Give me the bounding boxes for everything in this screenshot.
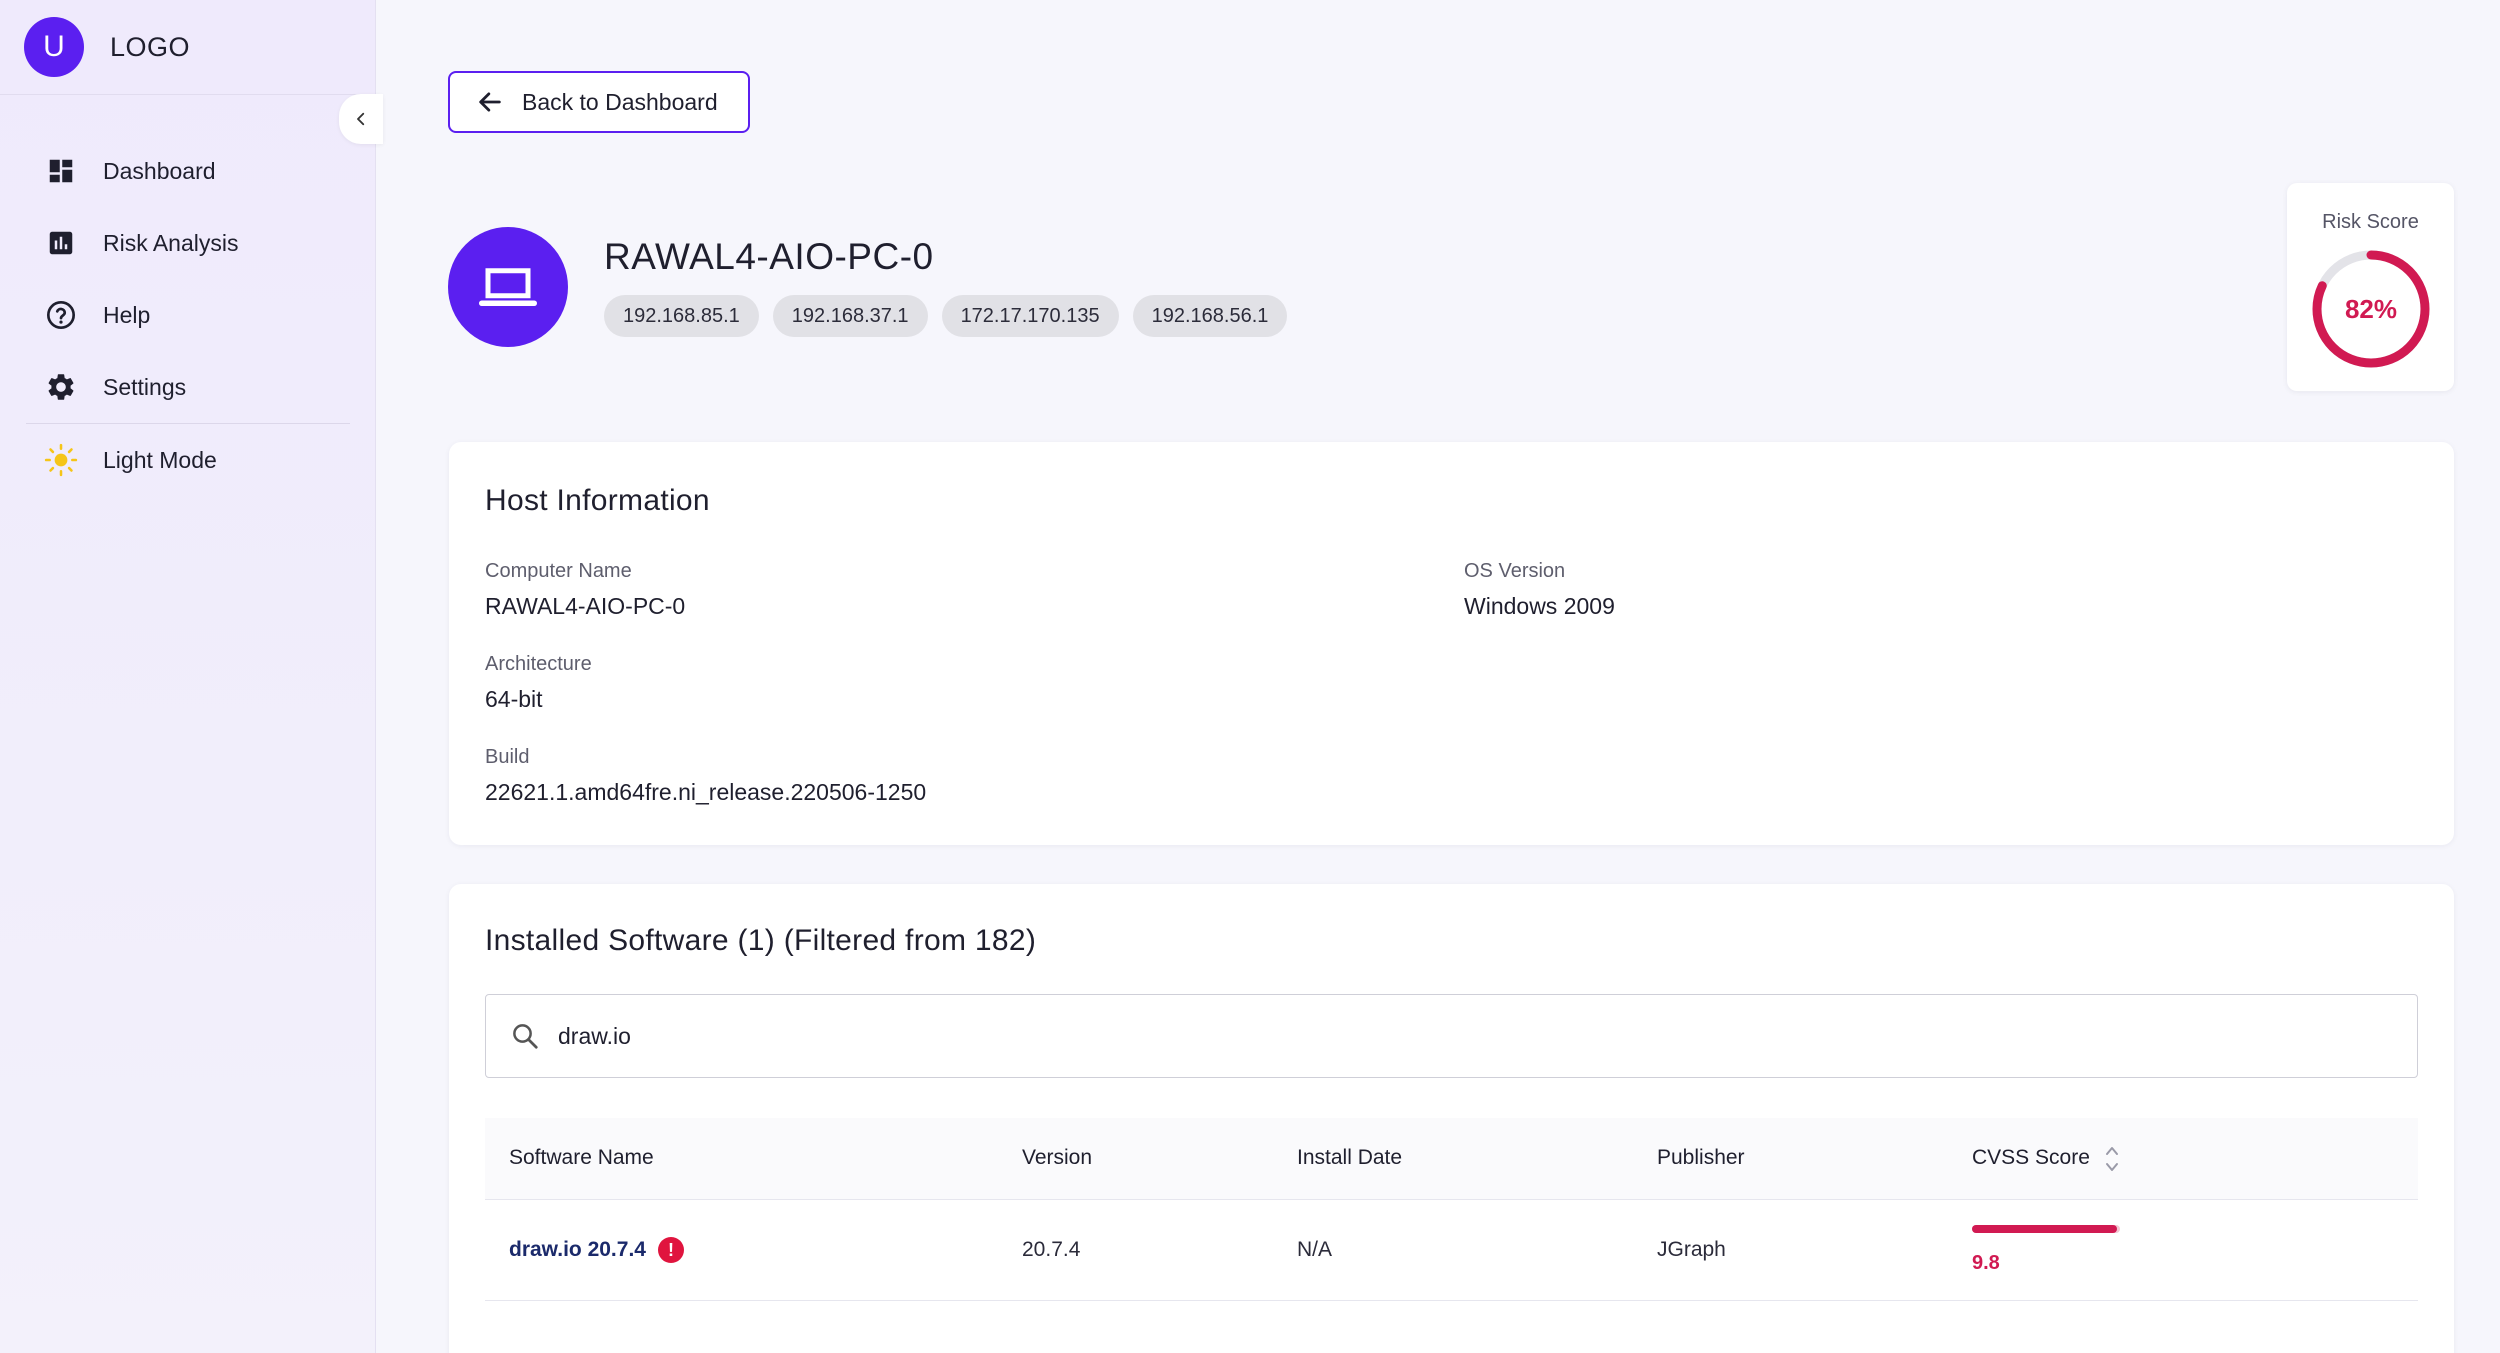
build-value: 22621.1.amd64fre.ni_release.220506-1250 bbox=[485, 779, 927, 805]
column-header-publisher[interactable]: Publisher bbox=[1657, 1146, 1745, 1170]
table-header: Software Name Version Install Date Publi… bbox=[485, 1118, 2418, 1200]
cvss-score-fill bbox=[1972, 1225, 2118, 1233]
software-name-link[interactable]: draw.io 20.7.4 bbox=[509, 1238, 646, 1262]
sidebar-nav: Dashboard Risk Analysis Help Settings Li… bbox=[0, 135, 376, 496]
architecture-label: Architecture bbox=[485, 653, 592, 675]
build-label: Build bbox=[485, 746, 530, 768]
host-information-card: Host Information Computer Name RAWAL4-AI… bbox=[449, 442, 2454, 845]
bar-chart-icon bbox=[44, 226, 78, 260]
sidebar-item-risk-analysis[interactable]: Risk Analysis bbox=[0, 207, 376, 279]
alert-icon: ! bbox=[658, 1237, 684, 1263]
sidebar-item-dashboard[interactable]: Dashboard bbox=[0, 135, 376, 207]
chevron-left-icon bbox=[357, 112, 365, 126]
sidebar-item-label: Risk Analysis bbox=[103, 229, 239, 256]
theme-toggle-label: Light Mode bbox=[103, 446, 217, 473]
logo-text: LOGO bbox=[110, 31, 191, 62]
computer-name-label: Computer Name bbox=[485, 560, 632, 582]
install-date: N/A bbox=[1297, 1238, 1333, 1261]
table-row: draw.io 20.7.4 ! 20.7.4 N/A JGraph 9.8 bbox=[485, 1200, 2418, 1301]
theme-toggle[interactable]: Light Mode bbox=[0, 424, 376, 496]
laptop-icon bbox=[479, 268, 537, 306]
card-title: Host Information bbox=[485, 484, 710, 517]
cvss-score-value: 9.8 bbox=[1972, 1252, 2000, 1274]
publisher: JGraph bbox=[1657, 1238, 1726, 1261]
page-title: RAWAL4-AIO-PC-0 bbox=[604, 236, 934, 277]
sidebar-item-help[interactable]: Help bbox=[0, 279, 376, 351]
gear-icon bbox=[44, 370, 78, 404]
sidebar: U LOGO Dashboard Risk Analysis Help Sett… bbox=[0, 0, 383, 1353]
risk-score-label: Risk Score bbox=[2322, 211, 2419, 233]
brand: U LOGO bbox=[24, 17, 190, 77]
risk-score-card: Risk Score 82% bbox=[2287, 183, 2454, 391]
os-version-value: Windows 2009 bbox=[1464, 593, 1615, 619]
divider bbox=[0, 94, 376, 95]
ip-chip: 192.168.85.1 bbox=[604, 295, 759, 337]
user-avatar[interactable]: U bbox=[24, 17, 84, 77]
card-title: Installed Software (1) (Filtered from 18… bbox=[485, 924, 1037, 957]
column-header-install-date[interactable]: Install Date bbox=[1297, 1146, 1402, 1170]
software-version: 20.7.4 bbox=[1022, 1238, 1081, 1261]
risk-score-value: 82% bbox=[2344, 293, 2398, 324]
ip-chip: 172.17.170.135 bbox=[941, 295, 1119, 337]
sidebar-item-settings[interactable]: Settings bbox=[0, 351, 376, 423]
column-header-software-name[interactable]: Software Name bbox=[509, 1146, 654, 1170]
computer-name-value: RAWAL4-AIO-PC-0 bbox=[485, 593, 686, 619]
ip-chip: 192.168.37.1 bbox=[772, 295, 928, 337]
arrow-left-icon bbox=[479, 92, 501, 112]
ip-chip: 192.168.56.1 bbox=[1132, 295, 1288, 337]
search-input[interactable] bbox=[558, 1022, 2258, 1050]
ip-address-list: 192.168.85.1 192.168.37.1 172.17.170.135… bbox=[604, 295, 1288, 337]
dashboard-icon bbox=[44, 154, 78, 188]
architecture-value: 64-bit bbox=[485, 686, 543, 712]
back-to-dashboard-button[interactable]: Back to Dashboard bbox=[448, 71, 750, 133]
search-icon bbox=[513, 1024, 538, 1049]
column-header-cvss-score[interactable]: CVSS Score bbox=[1972, 1146, 2090, 1170]
back-button-label: Back to Dashboard bbox=[522, 88, 718, 115]
sidebar-item-label: Dashboard bbox=[103, 157, 216, 184]
os-version-label: OS Version bbox=[1464, 560, 1566, 582]
help-circle-icon bbox=[44, 298, 78, 332]
cvss-score-bar bbox=[1972, 1225, 2120, 1233]
sort-icon[interactable] bbox=[2102, 1142, 2122, 1176]
sidebar-item-label: Help bbox=[103, 301, 151, 328]
column-header-version[interactable]: Version bbox=[1022, 1146, 1092, 1170]
host-avatar bbox=[448, 227, 568, 347]
sidebar-item-label: Settings bbox=[103, 373, 187, 400]
sun-icon bbox=[44, 443, 78, 477]
software-search-field[interactable] bbox=[485, 994, 2418, 1078]
